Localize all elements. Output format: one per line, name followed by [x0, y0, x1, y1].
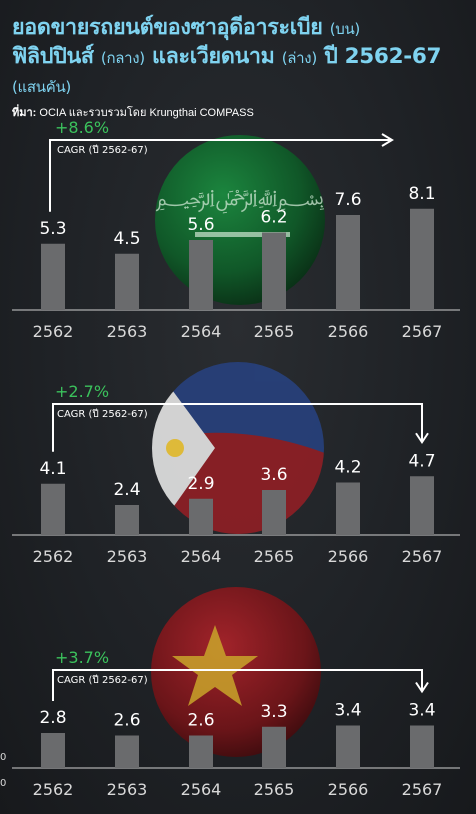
bar-2562 — [41, 483, 65, 535]
category-label-2562: 2562 — [33, 547, 74, 566]
bar-2563 — [115, 253, 139, 310]
value-label-2564: 5.6 — [187, 215, 214, 235]
value-label-2564: 2.6 — [187, 711, 214, 731]
bar-2563 — [115, 505, 139, 535]
category-label-2566: 2566 — [328, 780, 369, 799]
cagr-value: +8.6% — [55, 118, 109, 137]
cagr-value: +2.7% — [55, 382, 109, 401]
flag-vietnam-icon — [151, 587, 321, 757]
category-label-2565: 2565 — [254, 547, 295, 566]
value-label-2566: 7.6 — [334, 190, 361, 210]
value-label-2563: 2.4 — [113, 480, 140, 500]
bar-2563 — [115, 735, 139, 768]
bar-2567 — [410, 476, 434, 535]
title-line1-note: (บน) — [329, 20, 361, 38]
cagr-note: CAGR (ปี 2562-67) — [57, 408, 148, 420]
panel-vietnam: 2.8 2562 2.6 2563 2.6 2564 3.3 2565 3.4 2566 3.4 25… — [0, 587, 476, 805]
flag-saudi-arabia-icon: ﷽ — [155, 135, 325, 305]
value-label-2565: 3.6 — [260, 465, 287, 485]
flag-philippines-icon — [152, 362, 324, 534]
chart-vietnam: 2.8 2562 2.6 2563 2.6 2564 3.3 2565 3.4 2566 3.4 25… — [12, 587, 460, 799]
value-label-2566: 3.4 — [334, 701, 361, 721]
title-philippines-note: (กลาง) — [100, 49, 145, 67]
value-label-2562: 2.8 — [39, 708, 66, 728]
svg-text:﷽: ﷽ — [156, 186, 325, 214]
bar-2565 — [262, 726, 286, 768]
title-philippines: ฟิลิปปินส์ — [12, 44, 94, 69]
value-label-2562: 4.1 — [39, 459, 66, 479]
category-label-2563: 2563 — [107, 547, 148, 566]
panel-saudi-arabia: ﷽ 5.3 2562 4.5 2563 5.6 2564 6.2 2565 7.6 2566 8.1… — [0, 118, 476, 345]
bar-2566 — [336, 482, 360, 535]
title-vietnam: และเวียดนาม — [152, 44, 275, 69]
panel-philippines: 4.1 2562 2.4 2563 2.9 2564 3.6 2565 4.2 2566 4.7 25… — [0, 360, 476, 575]
category-label-2567: 2567 — [402, 322, 443, 341]
category-label-2564: 2564 — [181, 547, 222, 566]
value-label-2562: 5.3 — [39, 219, 66, 239]
category-label-2564: 2564 — [181, 322, 222, 341]
value-label-2566: 4.2 — [334, 458, 361, 478]
edge-tick-mark: 0 — [0, 752, 7, 763]
bar-2564 — [189, 735, 213, 768]
title-line1: ยอดขายรถยนต์ของซาอุดีอาระเบีย — [12, 15, 323, 40]
title-unit: (แสนคัน) — [12, 78, 71, 96]
value-label-2567: 3.4 — [408, 701, 435, 721]
bar-2566 — [336, 215, 360, 310]
title-years: ปี 2562-67 — [324, 44, 442, 69]
category-label-2565: 2565 — [254, 780, 295, 799]
edge-tick-mark: 0 — [0, 778, 7, 789]
value-label-2563: 4.5 — [113, 229, 140, 249]
category-label-2563: 2563 — [107, 780, 148, 799]
bar-2567 — [410, 725, 434, 768]
chart-title: ยอดขายรถยนต์ของซาอุดีอาระเบีย (บน) ฟิลิป… — [12, 14, 472, 101]
category-label-2564: 2564 — [181, 780, 222, 799]
category-label-2566: 2566 — [328, 322, 369, 341]
bar-2567 — [410, 208, 434, 310]
category-label-2562: 2562 — [33, 780, 74, 799]
value-label-2564: 2.9 — [187, 474, 214, 494]
bar-2565 — [262, 232, 286, 310]
value-label-2563: 2.6 — [113, 711, 140, 731]
cagr-value: +3.7% — [55, 648, 109, 667]
bar-2564 — [189, 498, 213, 535]
bar-2562 — [41, 243, 65, 310]
category-label-2567: 2567 — [402, 780, 443, 799]
category-label-2567: 2567 — [402, 547, 443, 566]
cagr-note: CAGR (ปี 2562-67) — [57, 144, 148, 156]
value-label-2567: 8.1 — [408, 184, 435, 204]
source-label: ที่มา: — [12, 107, 37, 119]
value-label-2567: 4.7 — [408, 451, 435, 471]
value-label-2565: 6.2 — [260, 208, 287, 228]
bar-2564 — [189, 240, 213, 310]
cagr-note: CAGR (ปี 2562-67) — [57, 674, 148, 686]
bar-2565 — [262, 490, 286, 535]
chart-saudi-arabia: ﷽ 5.3 2562 4.5 2563 5.6 2564 6.2 2565 7.6 2566 8.1… — [12, 118, 460, 341]
bar-2566 — [336, 725, 360, 768]
bar-2562 — [41, 733, 65, 768]
chart-header: ยอดขายรถยนต์ของซาอุดีอาระเบีย (บน) ฟิลิป… — [12, 14, 472, 121]
category-label-2565: 2565 — [254, 322, 295, 341]
title-vietnam-note: (ล่าง) — [281, 49, 317, 67]
category-label-2566: 2566 — [328, 547, 369, 566]
chart-philippines: 4.1 2562 2.4 2563 2.9 2564 3.6 2565 4.2 2566 4.7 25… — [12, 362, 460, 566]
value-label-2565: 3.3 — [260, 702, 287, 722]
category-label-2563: 2563 — [107, 322, 148, 341]
category-label-2562: 2562 — [33, 322, 74, 341]
